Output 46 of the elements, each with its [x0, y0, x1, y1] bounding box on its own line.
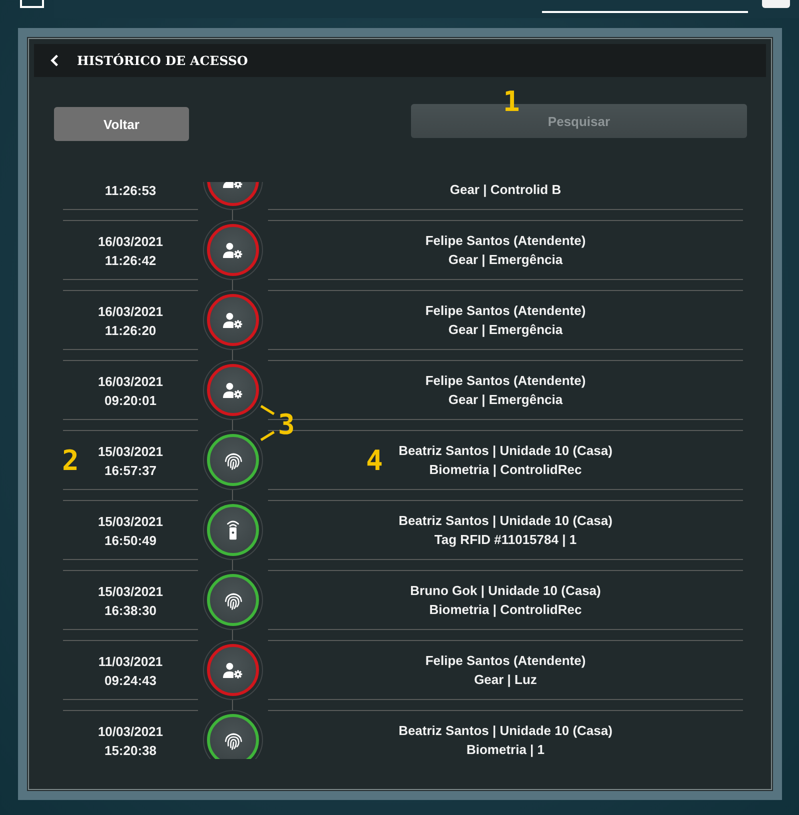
event-person: Felipe Santos (Atendente)	[425, 652, 586, 670]
event-device: Tag RFID #11015784 | 1	[434, 531, 577, 549]
user-gear-icon	[223, 382, 243, 398]
event-date: 16/03/2021	[98, 303, 164, 321]
annotation-number: 4	[366, 447, 383, 475]
event-time: 15:20:38	[104, 742, 157, 759]
back-chevron-icon[interactable]	[50, 54, 59, 67]
annotation-number: 2	[62, 447, 79, 475]
event-device: Gear | Luz	[474, 671, 537, 689]
event-date: 15/03/2021	[98, 583, 164, 601]
event-date: 11/03/2021	[98, 653, 163, 671]
event-person: Felipe Santos (Atendente)	[425, 372, 586, 390]
event-time: 16:38:30	[104, 602, 157, 620]
event-time: 16:50:49	[104, 532, 157, 550]
event-date: 15/03/2021	[98, 443, 164, 461]
user-gear-icon	[223, 662, 243, 678]
event-person: Felipe Santos (Atendente)	[425, 232, 586, 250]
back-button[interactable]: Voltar	[54, 107, 189, 141]
event-person: Beatriz Santos | Unidade 10 (Casa)	[398, 722, 612, 740]
event-device: Gear | Emergência	[448, 321, 563, 339]
event-device: Biometria | ControlidRec	[429, 461, 582, 479]
user-gear-icon	[223, 242, 243, 258]
event-time: 11:26:42	[104, 252, 156, 270]
event-device: Gear | Controlid B	[450, 182, 562, 199]
event-date: 16/03/2021	[98, 233, 164, 251]
event-time: 11:26:20	[104, 322, 156, 340]
page-title: HISTÓRICO DE ACESSO	[77, 53, 248, 68]
event-person: Bruno Gok | Unidade 10 (Casa)	[410, 582, 601, 600]
event-time: 11:26:53	[104, 182, 156, 200]
event-device: Gear | Emergência	[448, 391, 563, 409]
event-date: 16/03/2021	[98, 373, 164, 391]
event-person: Beatriz Santos | Unidade 10 (Casa)	[398, 442, 612, 460]
event-date: 15/03/2021	[98, 513, 164, 531]
rfid-remote-icon	[226, 519, 240, 541]
event-time: 16:57:37	[104, 462, 157, 480]
event-person: Felipe Santos (Atendente)	[425, 302, 586, 320]
event-time: 09:20:01	[104, 392, 157, 410]
event-person: Beatriz Santos | Unidade 10 (Casa)	[398, 512, 612, 530]
event-date: 10/03/2021	[98, 723, 164, 741]
event-device: Biometria | ControlidRec	[429, 601, 582, 619]
user-gear-icon	[223, 312, 243, 328]
event-device: Biometria | 1	[466, 741, 545, 759]
event-time: 09:24:43	[104, 672, 157, 690]
input-underline[interactable]	[542, 11, 748, 13]
event-device: Gear | Emergência	[448, 251, 563, 269]
annotation-number: 3	[278, 411, 295, 439]
